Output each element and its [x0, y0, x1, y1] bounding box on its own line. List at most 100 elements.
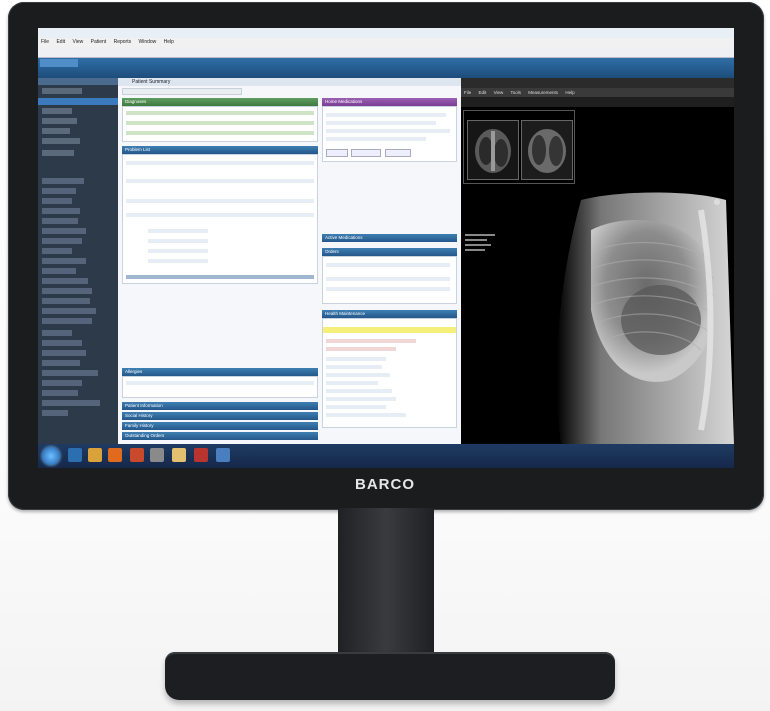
list-button[interactable] — [351, 149, 381, 157]
sidebar-item[interactable] — [42, 350, 86, 356]
list-item[interactable] — [326, 137, 426, 141]
summary-subtabs[interactable] — [122, 88, 242, 95]
sidebar-item[interactable] — [42, 298, 90, 304]
chest-xray-image[interactable] — [551, 190, 734, 444]
app-icon[interactable] — [108, 448, 122, 462]
sidebar-item[interactable] — [42, 258, 86, 264]
list-item[interactable] — [326, 405, 386, 409]
menu-patient[interactable]: Patient — [91, 39, 107, 45]
list-item[interactable] — [326, 129, 450, 133]
list-button[interactable] — [326, 149, 348, 157]
list-item[interactable] — [326, 389, 392, 393]
sidebar-item[interactable] — [42, 268, 76, 274]
ie-icon[interactable] — [68, 448, 82, 462]
sidebar-item[interactable] — [42, 208, 80, 214]
viewer-menu-edit[interactable]: Edit — [479, 90, 487, 95]
list-item[interactable] — [126, 199, 314, 203]
sidebar-item[interactable] — [42, 128, 70, 134]
sidebar-item[interactable] — [42, 340, 82, 346]
list-item[interactable] — [126, 213, 314, 217]
sidebar-item[interactable] — [42, 138, 80, 144]
app-icon[interactable] — [194, 448, 208, 462]
panel-health-maintenance[interactable]: Health Maintenance — [322, 310, 457, 318]
panel-allergies[interactable]: Allergies — [122, 368, 318, 376]
viewer-menu-measurements[interactable]: Measurements — [528, 90, 558, 95]
sidebar-item[interactable] — [42, 400, 100, 406]
panel-home-medications[interactable]: Home Medications — [322, 98, 457, 106]
list-item[interactable] — [326, 113, 446, 117]
list-button[interactable] — [385, 149, 411, 157]
sidebar-item[interactable] — [42, 178, 84, 184]
list-item[interactable] — [148, 249, 208, 253]
sidebar-item[interactable] — [42, 88, 82, 94]
app-icon[interactable] — [130, 448, 144, 462]
viewer-menu-file[interactable]: File — [464, 90, 471, 95]
sidebar-item[interactable] — [42, 318, 92, 324]
xray-thumbnail[interactable] — [467, 120, 519, 180]
sidebar-item[interactable] — [42, 198, 72, 204]
menu-edit[interactable]: Edit — [56, 39, 65, 45]
panel-orders[interactable]: Orders — [322, 248, 457, 256]
sidebar-item[interactable] — [42, 188, 76, 194]
menu-view[interactable]: View — [72, 39, 83, 45]
list-item[interactable] — [148, 229, 208, 233]
list-item[interactable] — [126, 381, 314, 385]
patient-tab[interactable] — [40, 59, 78, 67]
sidebar-item[interactable] — [42, 308, 96, 314]
list-item[interactable] — [326, 397, 396, 401]
sidebar-item[interactable] — [42, 380, 82, 386]
list-item[interactable] — [326, 365, 382, 369]
list-item[interactable] — [326, 263, 450, 267]
sidebar-item[interactable] — [42, 228, 86, 234]
menu-help[interactable]: Help — [164, 39, 174, 45]
list-item[interactable] — [326, 381, 378, 385]
panel-active-medications[interactable]: Active Medications — [322, 234, 457, 242]
sidebar-item[interactable] — [42, 150, 74, 156]
sidebar-item[interactable] — [42, 370, 98, 376]
sidebar-item[interactable] — [42, 288, 92, 294]
list-item[interactable] — [326, 357, 386, 361]
list-item[interactable] — [126, 131, 314, 135]
sidebar-item[interactable] — [42, 410, 68, 416]
sidebar-item[interactable] — [42, 238, 82, 244]
sidebar-item[interactable] — [42, 360, 80, 366]
folder-icon[interactable] — [88, 448, 102, 462]
list-item[interactable] — [148, 259, 208, 263]
panel-social-history[interactable]: Social History — [122, 412, 318, 420]
sidebar-item[interactable] — [42, 278, 88, 284]
sidebar-item[interactable] — [42, 390, 78, 396]
app-icon[interactable] — [172, 448, 186, 462]
list-item[interactable] — [126, 111, 314, 115]
list-item[interactable] — [148, 239, 208, 243]
viewer-menu-view[interactable]: View — [494, 90, 504, 95]
start-button[interactable] — [42, 447, 60, 465]
panel-outstanding-orders[interactable]: Outstanding Orders — [122, 432, 318, 440]
xray-thumbnail[interactable] — [521, 120, 573, 180]
list-item[interactable] — [326, 373, 390, 377]
list-item[interactable] — [326, 121, 436, 125]
sidebar-item[interactable] — [42, 118, 77, 124]
sidebar-item[interactable] — [42, 248, 72, 254]
sidebar-item[interactable] — [42, 108, 72, 114]
alert-item[interactable] — [326, 339, 416, 343]
panel-diagnoses[interactable]: Diagnoses — [122, 98, 318, 106]
menu-window[interactable]: Window — [138, 39, 156, 45]
alert-item[interactable] — [326, 347, 396, 351]
sidebar-item-selected[interactable] — [38, 98, 118, 105]
menu-file[interactable]: File — [41, 39, 49, 45]
list-item[interactable] — [126, 179, 314, 183]
viewer-menu-tools[interactable]: Tools — [511, 90, 522, 95]
list-item[interactable] — [326, 413, 406, 417]
list-item[interactable] — [126, 161, 314, 165]
sidebar-item[interactable] — [42, 218, 78, 224]
app-icon[interactable] — [150, 448, 164, 462]
list-item[interactable] — [126, 121, 314, 125]
panel-patient-information[interactable]: Patient Information — [122, 402, 318, 410]
menu-reports[interactable]: Reports — [114, 39, 132, 45]
panel-family-history[interactable]: Family History — [122, 422, 318, 430]
panel-problem-list[interactable]: Problem List — [122, 146, 318, 154]
app-icon[interactable] — [216, 448, 230, 462]
list-item[interactable] — [326, 287, 450, 291]
viewer-menu-help[interactable]: Help — [565, 90, 574, 95]
list-item[interactable] — [326, 277, 450, 281]
